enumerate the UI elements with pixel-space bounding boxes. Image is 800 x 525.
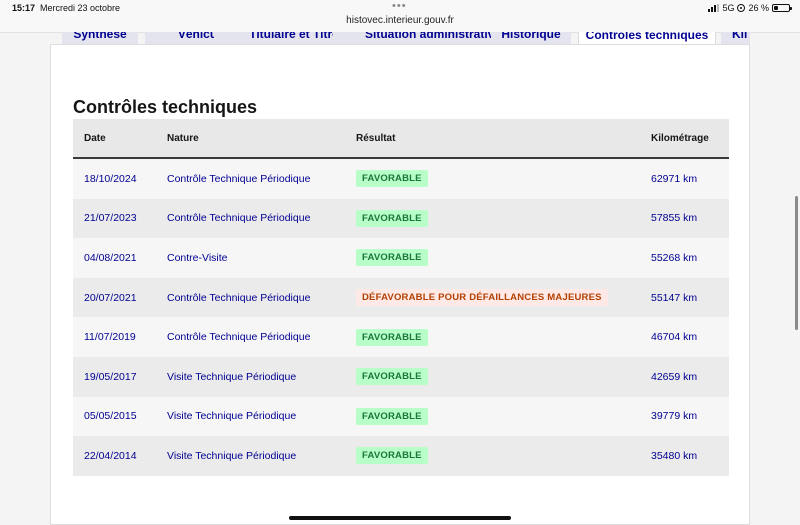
row-nature: Contre-Visite (156, 238, 345, 278)
signal-icon (708, 4, 720, 12)
row-nature: Contrôle Technique Périodique (156, 198, 345, 239)
row-kilometrage: 57855 km (640, 198, 729, 239)
row-nature: Visite Technique Périodique (156, 396, 345, 437)
table-row: 05/05/2015 Visite Technique Périodique F… (73, 396, 729, 437)
tab-historique[interactable]: Historique (491, 32, 571, 44)
status-time: 15:17 (12, 3, 36, 13)
row-kilometrage: 46704 km (640, 317, 729, 357)
row-kilometrage: 55147 km (640, 277, 729, 318)
row-kilometrage: 35480 km (640, 436, 729, 476)
table-header-row: Date Nature Résultat Kilométrage (73, 119, 729, 159)
column-header-kilometrage: Kilométrage (640, 119, 729, 159)
row-kilometrage: 42659 km (640, 356, 729, 397)
battery-label: 26 % (748, 3, 769, 13)
table-row: 20/07/2021 Contrôle Technique Périodique… (73, 277, 729, 318)
result-badge: FAVORABLE (356, 447, 428, 465)
page-scrollbar[interactable] (795, 196, 798, 330)
table-row: 11/07/2019 Contrôle Technique Périodique… (73, 317, 729, 357)
row-nature: Contrôle Technique Périodique (156, 277, 345, 318)
address-bar-url[interactable]: histovec.interieur.gouv.fr (0, 15, 800, 26)
status-date: Mercredi 23 octobre (40, 3, 121, 13)
row-nature: Visite Technique Périodique (156, 356, 345, 397)
result-badge: FAVORABLE (356, 328, 428, 346)
table-row: 21/07/2023 Contrôle Technique Périodique… (73, 198, 729, 239)
result-badge: FAVORABLE (356, 407, 428, 425)
result-badge: FAVORABLE (356, 368, 428, 386)
controles-table: Date Nature Résultat Kilométrage 18/10/2… (73, 119, 729, 476)
result-badge: FAVORABLE (356, 209, 428, 227)
table-row: 19/05/2017 Visite Technique Périodique F… (73, 356, 729, 397)
row-kilometrage: 62971 km (640, 158, 729, 199)
result-badge: FAVORABLE (356, 170, 428, 188)
row-kilometrage: 39779 km (640, 396, 729, 437)
status-indicators: 5G 26 % (708, 3, 792, 13)
table-row: 04/08/2021 Contre-Visite FAVORABLE 55268… (73, 238, 729, 278)
column-header-nature: Nature (156, 119, 345, 159)
row-date: 22/04/2014 (73, 436, 156, 476)
status-bar: 15:17 Mercredi 23 octobre ••• histovec.i… (0, 0, 800, 33)
row-kilometrage: 55268 km (640, 238, 729, 278)
table-row: 22/04/2014 Visite Technique Périodique F… (73, 436, 729, 476)
section-title: Contrôles techniques (73, 97, 258, 117)
column-header-resultat: Résultat (345, 119, 640, 159)
network-label: 5G (722, 3, 735, 13)
row-date: 04/08/2021 (73, 238, 156, 278)
row-nature: Contrôle Technique Périodique (156, 158, 345, 199)
result-badge-defavorable: DÉFAVORABLE POUR DÉFAILLANCES MAJEURES (356, 289, 608, 307)
tab-kilometrage[interactable]: Kil (721, 32, 750, 44)
row-date: 19/05/2017 (73, 356, 156, 397)
row-date: 21/07/2023 (73, 198, 156, 239)
column-header-date: Date (73, 119, 156, 159)
more-dots-icon[interactable]: ••• (392, 0, 407, 12)
row-nature: Visite Technique Périodique (156, 436, 345, 476)
location-icon (737, 4, 746, 12)
row-date: 05/05/2015 (73, 396, 156, 437)
row-nature: Contrôle Technique Périodique (156, 317, 345, 357)
table-row: 18/10/2024 Contrôle Technique Périodique… (73, 158, 729, 199)
content-card: Contrôles techniques Date Nature Résulta… (50, 44, 750, 525)
row-date: 18/10/2024 (73, 158, 156, 199)
tab-synthese[interactable]: Synthèse (62, 32, 138, 44)
row-date: 20/07/2021 (73, 277, 156, 318)
home-indicator[interactable] (289, 516, 511, 520)
battery-icon (772, 4, 792, 12)
row-date: 11/07/2019 (73, 317, 156, 357)
result-badge: FAVORABLE (356, 249, 428, 267)
